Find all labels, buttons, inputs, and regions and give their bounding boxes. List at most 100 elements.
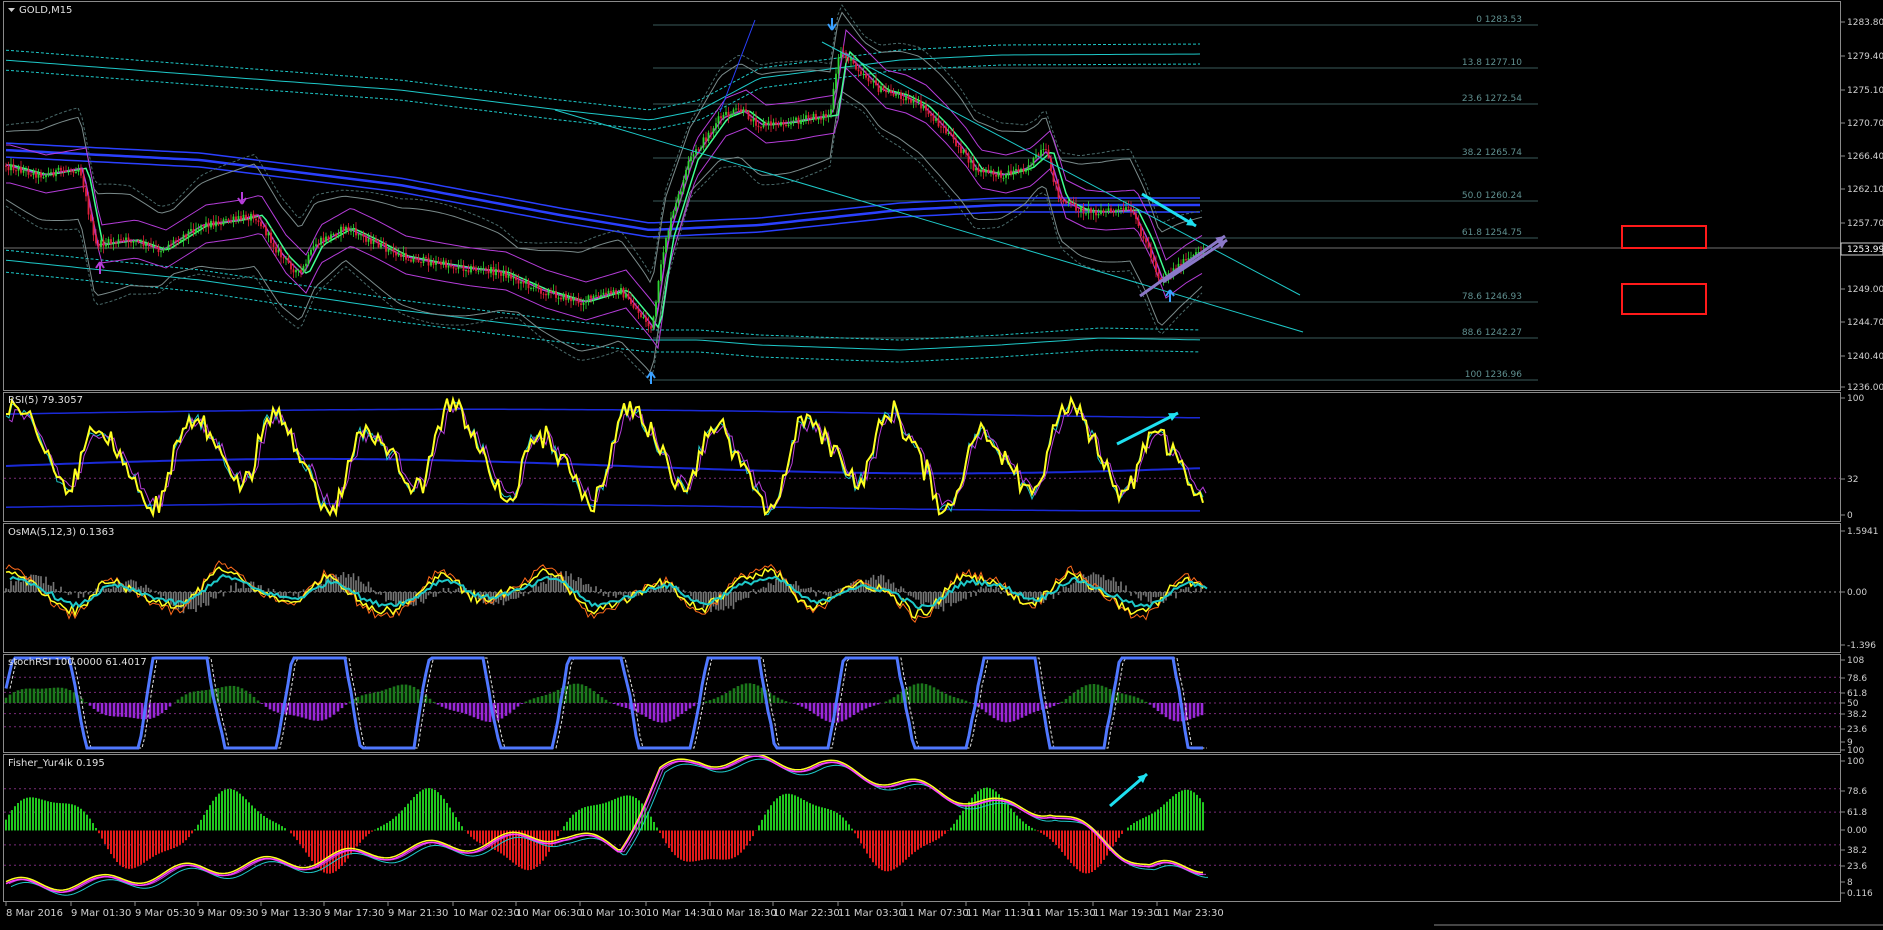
- fisher-hist-bar: [410, 800, 412, 830]
- candle-body: [930, 114, 932, 116]
- fib-level-label: 88.6 1242.27: [1462, 328, 1522, 338]
- candle-body: [678, 194, 680, 203]
- candle-body: [943, 127, 945, 128]
- candle-body: [875, 80, 877, 85]
- stoch-hist-bar: [237, 687, 240, 703]
- stoch-hist-bar: [337, 703, 340, 712]
- fisher-hist-bar: [293, 831, 295, 837]
- fisher-hist-bar: [203, 815, 205, 831]
- candle-body: [668, 231, 670, 239]
- fisher-hist-bar: [965, 806, 967, 830]
- osma-bar: [313, 591, 315, 592]
- candle-body: [810, 118, 812, 119]
- stoch-hist-bar: [377, 692, 380, 703]
- fisher-hist-bar: [233, 790, 235, 831]
- osma-bar: [285, 592, 287, 596]
- stoch-hist-bar: [97, 703, 100, 712]
- fisher-hist-bar: [71, 804, 73, 830]
- candle-body: [820, 118, 822, 120]
- candle-body: [610, 291, 612, 294]
- candle-body: [1053, 171, 1055, 182]
- fisher-hist-bar: [998, 794, 1000, 830]
- stoch-hist-bar: [69, 690, 72, 703]
- fisher-hist-bar: [830, 810, 832, 831]
- candle-body: [405, 253, 407, 260]
- stoch-hist-bar: [49, 688, 52, 703]
- candle-body: [735, 109, 737, 110]
- candle-body: [723, 115, 725, 118]
- stoch-hist-bar: [361, 695, 364, 703]
- fisher-hist-bar: [1145, 817, 1147, 831]
- candle-body: [1055, 182, 1057, 184]
- candle-body: [928, 111, 930, 115]
- fisher-hist-bar: [782, 795, 784, 831]
- candle-body: [188, 231, 190, 237]
- fisher-hist-bar: [452, 812, 454, 830]
- symbol-title: GOLD,M15: [19, 5, 72, 16]
- fisher-hist-bar: [425, 788, 427, 830]
- candle-body: [613, 290, 615, 293]
- osma-bar: [703, 592, 705, 608]
- osma-bar: [805, 589, 807, 592]
- stoch-hist-bar: [609, 702, 612, 703]
- stoch-hist-bar: [949, 696, 952, 703]
- candle-body: [393, 249, 395, 252]
- chart-canvas[interactable]: 0 1283.5313.8 1277.1023.6 1272.5438.2 12…: [0, 0, 1883, 926]
- stoch-hist-bar: [745, 683, 748, 703]
- osma-bar: [223, 592, 225, 596]
- osma-bar: [775, 579, 777, 592]
- fisher-hist-bar: [308, 831, 310, 857]
- candle-body: [578, 299, 580, 304]
- candle-body: [758, 126, 760, 127]
- stoch-hist-bar: [1097, 685, 1100, 703]
- fisher-hist-bar: [281, 826, 283, 830]
- osma-bar: [980, 587, 982, 592]
- fisher-hist-bar: [839, 815, 841, 831]
- candle-body: [143, 241, 145, 247]
- fisher-hist-bar: [209, 805, 211, 830]
- osma-bar: [988, 588, 990, 592]
- stoch-hist-bar: [589, 688, 592, 703]
- candle-body: [158, 247, 160, 252]
- osma-bar: [650, 589, 652, 592]
- stoch-hist-bar: [137, 703, 140, 719]
- candle-body: [640, 313, 642, 317]
- candle-body: [93, 221, 95, 235]
- chart-window[interactable]: 0 1283.5313.8 1277.1023.6 1272.5438.2 12…: [0, 0, 1883, 926]
- stoch-hist-bar: [953, 697, 956, 703]
- fisher-hist-bar: [518, 831, 520, 867]
- stoch-axis-label: 23.6: [1847, 725, 1867, 735]
- candle-body: [298, 270, 300, 271]
- candle-body: [515, 277, 517, 280]
- osma-axis-label: 0.00: [1847, 588, 1867, 598]
- candle-body: [1065, 202, 1067, 203]
- fisher-hist-bar: [374, 830, 376, 831]
- osma-bar: [915, 592, 917, 600]
- candle-body: [30, 175, 32, 176]
- stoch-hist-bar: [749, 683, 752, 703]
- candle-body: [1153, 258, 1155, 262]
- fisher-hist-bar: [254, 808, 256, 830]
- fisher-hist-bar: [1034, 830, 1036, 831]
- candle-body: [335, 234, 337, 236]
- stoch-axis-label: 61.8: [1847, 689, 1867, 699]
- fisher-hist-bar: [1031, 828, 1033, 831]
- osma-bar: [1120, 582, 1122, 592]
- fisher-hist-bar: [32, 797, 34, 830]
- fisher-hist-bar: [1148, 815, 1150, 830]
- candle-body: [900, 92, 902, 99]
- stoch-hist-bar: [121, 703, 124, 717]
- osma-bar: [1150, 592, 1152, 603]
- stoch-hist-bar: [729, 691, 732, 703]
- stoch-hist-bar: [897, 694, 900, 703]
- candle-body: [543, 294, 545, 295]
- osma-bar: [1185, 587, 1187, 592]
- candle-body: [120, 239, 122, 240]
- candle-body: [48, 173, 50, 175]
- stoch-hist-bar: [29, 689, 32, 703]
- candle-body: [885, 90, 887, 92]
- fisher-hist-bar: [845, 821, 847, 831]
- stoch-hist-bar: [1133, 696, 1136, 703]
- candle-body: [855, 64, 857, 70]
- fisher-axis-label: 0.116: [1847, 889, 1873, 899]
